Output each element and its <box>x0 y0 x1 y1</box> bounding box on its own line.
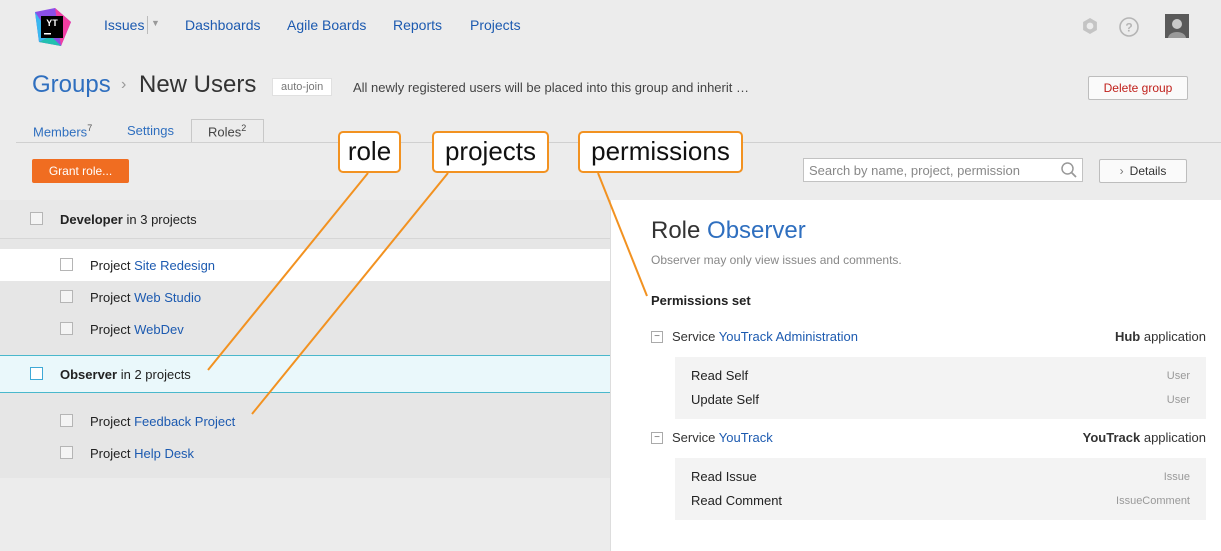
project-checkbox[interactable] <box>60 322 73 335</box>
auto-join-badge: auto-join <box>272 78 333 96</box>
role-title: Role Observer <box>651 217 806 244</box>
top-navigation: YT Issues ▼ Dashboards Agile Boards Repo… <box>0 0 1221 52</box>
role-description: Observer may only view issues and commen… <box>651 253 902 267</box>
issues-dropdown-chevron-icon[interactable]: ▼ <box>151 18 160 28</box>
nav-separator <box>147 16 148 34</box>
project-row-feedback-project[interactable]: Project Feedback Project <box>0 405 610 437</box>
service-row-youtrack-administration: − Service YouTrack Administration Hub ap… <box>651 329 1206 347</box>
permission-name: Read Comment <box>691 493 783 508</box>
youtrack-logo[interactable]: YT <box>31 6 73 48</box>
service-link[interactable]: YouTrack <box>719 430 773 445</box>
nav-reports[interactable]: Reports <box>393 17 442 33</box>
role-label: Observer in 2 projects <box>60 367 191 382</box>
breadcrumb-groups-link[interactable]: Groups <box>32 71 111 99</box>
role-checkbox[interactable] <box>30 367 43 380</box>
tab-roles-label: Roles <box>208 124 242 140</box>
search-icon[interactable] <box>1060 161 1078 179</box>
nav-dashboards[interactable]: Dashboards <box>185 17 261 33</box>
collapse-icon[interactable]: − <box>651 331 663 343</box>
project-label: Project WebDev <box>90 322 184 337</box>
tab-roles[interactable]: Roles2 <box>191 119 264 143</box>
search-box <box>803 158 1083 182</box>
permission-list: Read Self User Update Self User <box>675 357 1206 419</box>
project-row-help-desk[interactable]: Project Help Desk <box>0 437 610 469</box>
project-row-webdev[interactable]: Project WebDev <box>0 313 610 345</box>
permission-scope: IssueComment <box>1116 495 1190 507</box>
project-checkbox[interactable] <box>60 290 73 303</box>
project-link[interactable]: WebDev <box>134 322 184 337</box>
help-icon[interactable]: ? <box>1118 16 1140 38</box>
project-label: Project Help Desk <box>90 446 195 461</box>
collapse-icon[interactable]: − <box>651 432 663 444</box>
role-row-observer[interactable]: Observer in 2 projects <box>0 355 610 393</box>
roles-list: Developer in 3 projects Project Site Red… <box>0 200 610 478</box>
role-row-developer[interactable]: Developer in 3 projects <box>0 200 610 238</box>
permission-scope: Issue <box>1163 471 1190 483</box>
tab-roles-count: 2 <box>241 123 247 133</box>
project-row-site-redesign[interactable]: Project Site Redesign <box>0 249 610 281</box>
page-title: New Users <box>139 71 257 98</box>
service-label: Service YouTrack <box>672 430 773 445</box>
permissions-heading: Permissions set <box>651 293 751 308</box>
project-checkbox[interactable] <box>60 414 73 427</box>
service-link[interactable]: YouTrack Administration <box>719 329 858 344</box>
service-application: Hub application <box>1114 329 1206 344</box>
logo-text: YT <box>46 18 58 28</box>
role-checkbox[interactable] <box>30 212 43 225</box>
project-checkbox[interactable] <box>60 446 73 459</box>
row-divider <box>0 238 610 239</box>
nav-issues[interactable]: Issues <box>104 17 144 33</box>
project-link[interactable]: Site Redesign <box>134 258 215 273</box>
tab-members[interactable]: Members7 <box>33 123 92 139</box>
annotation-projects: projects <box>432 131 549 173</box>
grant-role-button[interactable]: Grant role... <box>32 159 129 183</box>
annotation-permissions: permissions <box>578 131 743 173</box>
gear-icon[interactable] <box>1080 16 1100 36</box>
project-link[interactable]: Help Desk <box>134 446 194 461</box>
tab-members-label: Members <box>33 124 88 140</box>
details-label: Details <box>1129 164 1167 178</box>
permission-scope: User <box>1166 394 1190 406</box>
tab-settings[interactable]: Settings <box>127 123 174 138</box>
service-row-youtrack: − Service YouTrack YouTrack application <box>651 430 1206 448</box>
permission-name: Read Self <box>691 368 749 383</box>
project-checkbox[interactable] <box>60 258 73 271</box>
role-details-panel: Role Observer Observer may only view iss… <box>610 200 1221 551</box>
project-link[interactable]: Feedback Project <box>134 414 235 429</box>
role-label: Developer in 3 projects <box>60 212 197 227</box>
project-label: Project Feedback Project <box>90 414 236 429</box>
group-description: All newly registered users will be place… <box>353 80 749 95</box>
project-label: Project Web Studio <box>90 290 202 305</box>
permission-name: Read Issue <box>691 469 757 484</box>
chevron-right-icon: › <box>1119 164 1124 178</box>
nav-projects[interactable]: Projects <box>470 17 521 33</box>
role-name-link[interactable]: Observer <box>707 217 806 244</box>
project-row-web-studio[interactable]: Project Web Studio <box>0 281 610 313</box>
permission-name: Update Self <box>691 392 759 407</box>
breadcrumb-chevron-icon: › <box>121 76 127 93</box>
delete-group-button[interactable]: Delete group <box>1088 76 1188 100</box>
annotation-role: role <box>338 131 401 173</box>
avatar[interactable] <box>1165 14 1189 38</box>
service-application: YouTrack application <box>1082 430 1206 445</box>
nav-agile-boards[interactable]: Agile Boards <box>287 17 366 33</box>
service-label: Service YouTrack Administration <box>672 329 858 344</box>
permission-list: Read Issue Issue Read Comment IssueComme… <box>675 458 1206 520</box>
details-button[interactable]: › Details <box>1099 159 1187 183</box>
search-input[interactable] <box>804 159 1052 181</box>
project-label: Project Site Redesign <box>90 258 216 273</box>
svg-text:?: ? <box>1125 21 1132 35</box>
tab-members-count: 7 <box>87 123 93 133</box>
permission-scope: User <box>1166 370 1190 382</box>
project-link[interactable]: Web Studio <box>134 290 201 305</box>
